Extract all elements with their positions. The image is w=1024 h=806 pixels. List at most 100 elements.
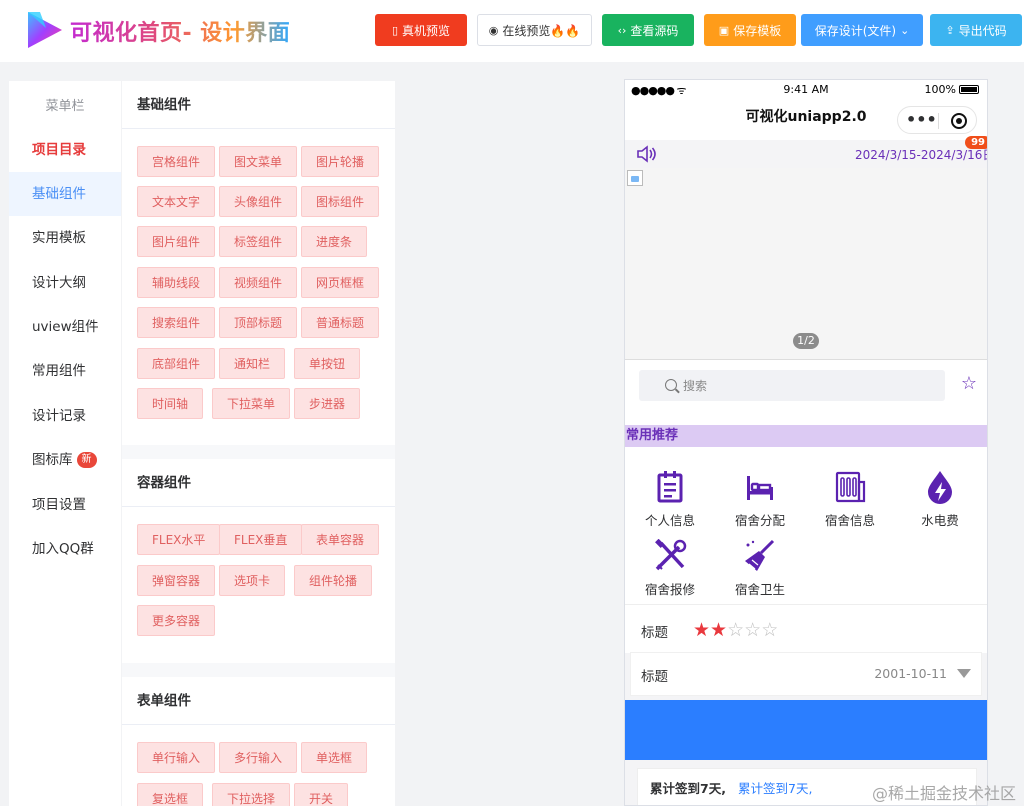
section-title: 表单组件 (122, 677, 395, 725)
component-chip[interactable]: 搜索组件 (137, 307, 216, 338)
sidebar-menu: 菜单栏 项目目录 基础组件 实用模板 设计大纲 uview组件 常用组件 设计记… (9, 81, 121, 806)
top-bar: 可视化首页- 设计界面 ▯ 真机预览 ◉ 在线预览🔥🔥 ‹› 查看源码 ▣ 保存… (0, 0, 1024, 62)
speaker-icon (637, 145, 656, 163)
component-chip[interactable]: 底部组件 (137, 348, 216, 379)
component-chip[interactable]: 视频组件 (219, 267, 298, 298)
water-drop-icon (928, 471, 952, 504)
view-source-button[interactable]: ‹› 查看源码 (602, 14, 694, 46)
grid-item-dorm-assign[interactable]: 宿舍分配 (715, 470, 805, 529)
search-placeholder: 搜索 (683, 379, 708, 393)
component-chip[interactable]: 单按钮 (294, 348, 361, 379)
export-code-button[interactable]: ⇪ 导出代码 (930, 14, 1022, 46)
star-rating[interactable]: ★★☆☆☆ (693, 619, 778, 641)
sidebar-item-design-history[interactable]: 设计记录 (9, 394, 121, 438)
phone-preview: ●●●●● ᯤ 9:41 AM 100% 可视化uniapp2.0 ••• 20… (624, 79, 988, 806)
status-bar: ●●●●● ᯤ 9:41 AM 100% (625, 80, 987, 100)
mini-program-capsule[interactable]: ••• (897, 106, 977, 134)
component-chip[interactable]: 步进器 (294, 388, 361, 419)
component-chip[interactable]: 图文菜单 (219, 146, 298, 177)
star-filled-icon[interactable]: ★ (693, 619, 710, 641)
component-chip[interactable]: 单选框 (301, 742, 368, 773)
star-empty-icon[interactable]: ☆ (744, 619, 761, 641)
section-divider (122, 445, 395, 459)
component-chip[interactable]: 通知栏 (219, 348, 286, 379)
notice-badge: 99 (965, 136, 987, 149)
search-input[interactable]: 搜索 (639, 370, 945, 401)
rating-label: 标题 (641, 625, 668, 641)
grid-item-utilities[interactable]: 水电费 (895, 470, 985, 529)
battery-icon (959, 85, 979, 94)
export-icon: ⇪ (945, 23, 955, 37)
broken-image-icon (627, 170, 643, 186)
logo-icon (28, 12, 62, 48)
building-icon (835, 471, 866, 503)
grid-item-hygiene[interactable]: 宿舍卫生 (715, 539, 805, 598)
component-chip[interactable]: 复选框 (137, 783, 204, 806)
component-chip[interactable]: 开关 (294, 783, 349, 806)
more-icon[interactable]: ••• (906, 108, 937, 132)
component-chip[interactable]: 选项卡 (219, 565, 286, 596)
component-chip[interactable]: 更多容器 (137, 605, 216, 636)
component-chip[interactable]: 图片轮播 (301, 146, 380, 177)
component-chip[interactable]: 单行输入 (137, 742, 216, 773)
component-chip[interactable]: 表单容器 (301, 524, 380, 555)
component-chip[interactable]: FLEX水平 (137, 524, 221, 555)
close-capsule-icon[interactable] (951, 113, 967, 129)
code-icon: ‹› (617, 23, 627, 37)
save-design-dropdown[interactable]: 保存设计(文件) ⌄ (801, 14, 923, 46)
component-chip[interactable]: 头像组件 (219, 186, 298, 217)
component-chip[interactable]: 时间轴 (137, 388, 204, 419)
star-empty-icon[interactable]: ☆ (761, 619, 778, 641)
carousel-indicator: 1/2 (793, 333, 819, 349)
component-chip[interactable]: 进度条 (301, 226, 368, 257)
date-picker[interactable]: 标题 2001-10-11 (631, 653, 981, 695)
component-chip[interactable]: 网页框框 (301, 267, 380, 298)
watermark: @稀土掘金技术社区 (871, 784, 1016, 803)
sidebar-item-basic-components[interactable]: 基础组件 (9, 172, 121, 216)
component-chip[interactable]: 辅助线段 (137, 267, 216, 298)
save-template-button[interactable]: ▣ 保存模板 (704, 14, 796, 46)
star-empty-icon[interactable]: ☆ (727, 619, 744, 641)
component-chip[interactable]: 标签组件 (219, 226, 298, 257)
section-title: 基础组件 (122, 81, 395, 129)
sidebar-item-join-qq[interactable]: 加入QQ群 (9, 527, 121, 571)
sidebar-item-project-settings[interactable]: 项目设置 (9, 483, 121, 527)
grid-item-personal-info[interactable]: 个人信息 (625, 470, 715, 529)
component-chip[interactable]: 图片组件 (137, 226, 216, 257)
sidebar-item-uview[interactable]: uview组件 (9, 305, 121, 349)
component-chip[interactable]: FLEX垂直 (219, 524, 303, 555)
real-device-preview-button[interactable]: ▯ 真机预览 (375, 14, 467, 46)
component-chip[interactable]: 下拉菜单 (212, 388, 291, 419)
notice-bar[interactable]: 2024/3/15-2024/3/16日 99 (625, 136, 987, 168)
star-outline-icon[interactable]: ☆ (961, 373, 977, 394)
component-chip[interactable]: 组件轮播 (294, 565, 373, 596)
broom-icon (745, 539, 775, 571)
section-title: 容器组件 (122, 459, 395, 507)
online-preview-button[interactable]: ◉ 在线预览🔥🔥 (477, 14, 592, 46)
signin-days-link[interactable]: 累计签到7天, (738, 778, 812, 797)
component-chip[interactable]: 宫格组件 (137, 146, 216, 177)
sidebar-item-common-components[interactable]: 常用组件 (9, 349, 121, 393)
grid-item-dorm-info[interactable]: 宿舍信息 (805, 470, 895, 529)
blue-banner-block (625, 700, 987, 760)
sidebar-item-templates[interactable]: 实用模板 (9, 216, 121, 260)
component-chip[interactable]: 下拉选择 (212, 783, 291, 806)
section-divider (122, 663, 395, 677)
star-filled-icon[interactable]: ★ (710, 619, 727, 641)
tools-icon (655, 539, 687, 571)
component-chip[interactable]: 弹窗容器 (137, 565, 216, 596)
recommend-title: 常用推荐 (625, 425, 987, 447)
component-chip[interactable]: 图标组件 (301, 186, 380, 217)
component-chip[interactable]: 多行输入 (219, 742, 298, 773)
sidebar-item-outline[interactable]: 设计大纲 (9, 261, 121, 305)
sidebar-item-icon-library[interactable]: 图标库新 (9, 438, 121, 482)
grid-item-repair[interactable]: 宿舍报修 (625, 539, 715, 598)
component-chip[interactable]: 文本文字 (137, 186, 216, 217)
component-chip[interactable]: 顶部标题 (219, 307, 298, 338)
component-panel: 基础组件 宫格组件 图文菜单 图片轮播 文本文字 头像组件 图标组件 图片组件 … (122, 81, 395, 806)
image-carousel[interactable]: 1/2 (625, 168, 987, 360)
component-chip[interactable]: 普通标题 (301, 307, 380, 338)
phone-icon: ▯ (391, 23, 399, 37)
date-value: 2001-10-11 (874, 666, 947, 681)
sidebar-item-project-directory[interactable]: 项目目录 (9, 128, 121, 172)
